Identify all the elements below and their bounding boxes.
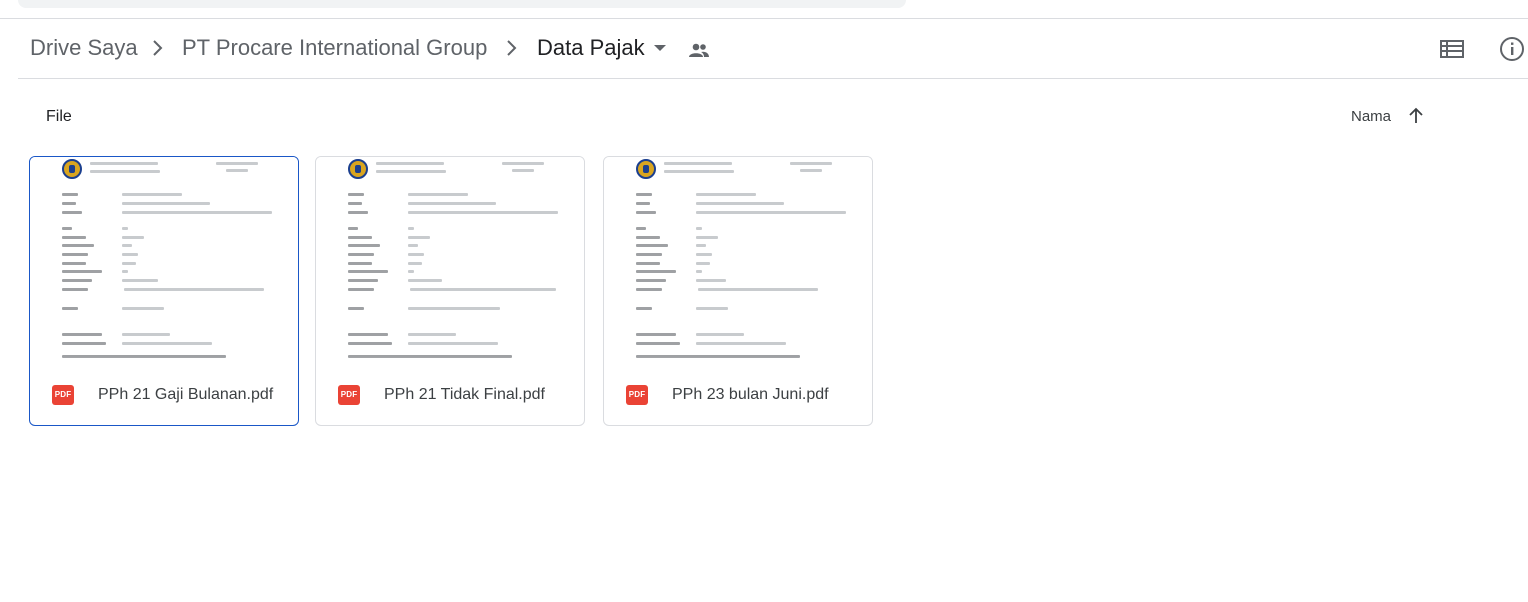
logo (348, 159, 368, 179)
caret-down-icon[interactable] (654, 45, 666, 51)
file-name: PPh 21 Gaji Bulanan.pdf (98, 386, 274, 403)
arrow-up-icon[interactable] (1407, 107, 1425, 125)
file-card-footer: PDF PPh 21 Gaji Bulanan.pdf (30, 367, 298, 425)
pdf-icon: PDF (52, 385, 74, 405)
breadcrumb-item-data-pajak[interactable]: Data Pajak (537, 35, 645, 61)
file-name: PPh 21 Tidak Final.pdf (384, 386, 545, 403)
chevron-right-icon (507, 40, 517, 56)
file-card[interactable]: PDF PPh 21 Tidak Final.pdf (315, 156, 585, 426)
file-name: PPh 23 bulan Juni.pdf (672, 386, 829, 403)
file-card-footer: PDF PPh 21 Tidak Final.pdf (316, 367, 584, 425)
pdf-icon: PDF (338, 385, 360, 405)
list-view-icon[interactable] (1440, 37, 1464, 61)
file-card[interactable]: PDF PPh 23 bulan Juni.pdf (603, 156, 873, 426)
file-card-footer: PDF PPh 23 bulan Juni.pdf (604, 367, 872, 425)
document-thumbnail (30, 157, 298, 367)
search-bar[interactable] (18, 0, 906, 8)
pdf-icon: PDF (626, 385, 648, 405)
info-icon[interactable] (1499, 36, 1525, 62)
people-icon (689, 43, 709, 57)
logo (636, 159, 656, 179)
document-thumbnail (604, 157, 872, 367)
section-title: File (46, 108, 72, 125)
file-card[interactable]: PDF PPh 21 Gaji Bulanan.pdf (29, 156, 299, 426)
sort-label[interactable]: Nama (1351, 108, 1391, 125)
breadcrumb-item-pt-procare[interactable]: PT Procare International Group (182, 35, 487, 61)
breadcrumb: Drive Saya PT Procare International Grou… (18, 19, 1528, 79)
breadcrumb-item-drive-saya[interactable]: Drive Saya (30, 35, 138, 61)
chevron-right-icon (153, 40, 163, 56)
document-thumbnail (316, 157, 584, 367)
logo (62, 159, 82, 179)
